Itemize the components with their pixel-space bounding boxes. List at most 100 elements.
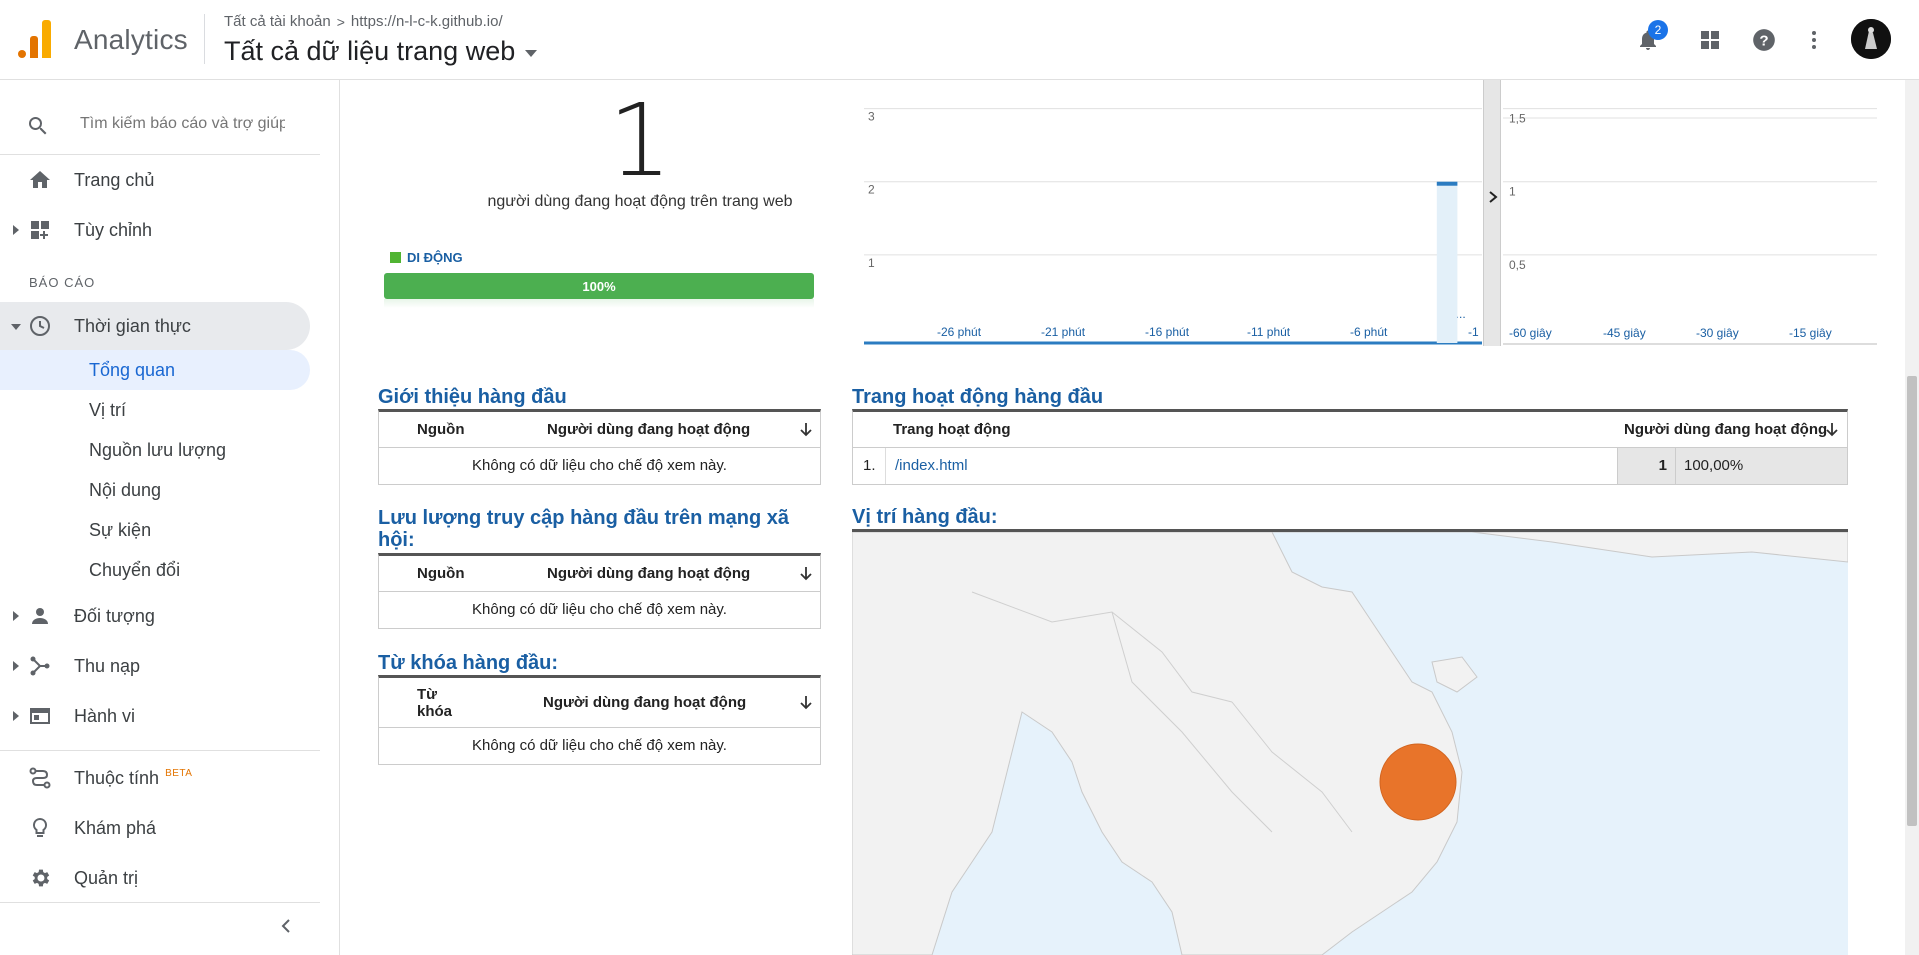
device-legend-label: DI ĐỘNG	[407, 250, 463, 265]
chevron-down-icon	[525, 50, 538, 57]
locations-map[interactable]	[852, 532, 1848, 955]
sidebar-subitem-events[interactable]: Sự kiện	[0, 510, 310, 550]
col-active-page[interactable]: Trang hoạt động	[893, 421, 1011, 438]
report-search[interactable]	[0, 94, 320, 154]
vertical-scrollbar[interactable]	[1905, 80, 1919, 955]
sort-down-icon[interactable]	[799, 422, 813, 438]
device-share-label: 100%	[582, 278, 616, 294]
x-tick-label: -30 giây	[1696, 326, 1739, 340]
table-header: Từ khóa Người dùng đang hoạt động	[379, 678, 820, 728]
col-keyword[interactable]: Từ khóa	[417, 686, 467, 720]
view-selector[interactable]: Tất cả dữ liệu trang web	[224, 36, 538, 67]
scrollbar-thumb[interactable]	[1907, 376, 1917, 826]
app-name[interactable]: Analytics	[74, 24, 188, 56]
row-index: 1.	[863, 457, 876, 474]
search-icon	[29, 117, 47, 135]
realtime-overview-content: 1 người dùng đang hoạt động trên trang w…	[340, 80, 1900, 955]
x-tick-label: -11 phút	[1247, 325, 1291, 339]
top-pages-table: Trang hoạt động Người dùng đang hoạt độn…	[852, 409, 1848, 485]
svg-text:?: ?	[1759, 32, 1768, 49]
col-active-users[interactable]: Người dùng đang hoạt động	[1624, 421, 1827, 438]
col-active-users[interactable]: Người dùng đang hoạt động	[547, 421, 750, 438]
collapse-arrow-icon	[11, 324, 21, 330]
map-canvas	[852, 532, 1848, 955]
sort-down-icon[interactable]	[1825, 422, 1839, 438]
page-link[interactable]: /index.html	[895, 448, 968, 484]
chart-splitter[interactable]	[1483, 80, 1501, 346]
expand-arrow-icon	[13, 611, 19, 621]
sidebar-item-realtime[interactable]: Thời gian thực	[0, 302, 310, 350]
person-icon	[32, 608, 48, 624]
col-source[interactable]: Nguồn	[417, 565, 464, 582]
apps-icon[interactable]	[1694, 24, 1726, 56]
view-title: Tất cả dữ liệu trang web	[224, 36, 516, 66]
sidebar-item-behavior[interactable]: Hành vi	[0, 692, 310, 740]
sidebar-item-label: Hành vi	[74, 705, 136, 726]
top-keywords-title: Từ khóa hàng đầu:	[378, 652, 559, 674]
sidebar-subitem-locations[interactable]: Vị trí	[0, 390, 310, 430]
table-header: Nguồn Người dùng đang hoạt động	[379, 556, 820, 592]
device-legend-swatch	[390, 252, 401, 263]
avatar[interactable]	[1851, 19, 1891, 59]
table-row[interactable]: 1. /index.html 1 100,00%	[853, 448, 1847, 484]
sidebar-item-attribution[interactable]: Thuộc tính BETA	[0, 754, 310, 802]
top-referrals-title: Giới thiệu hàng đầu	[378, 386, 567, 408]
breadcrumb-property[interactable]: https://n-l-c-k.github.io/	[351, 13, 503, 30]
x-tick-label: -21 phút	[1041, 325, 1086, 339]
top-social-table: Nguồn Người dùng đang hoạt động Không có…	[378, 553, 821, 629]
col-source[interactable]: Nguồn	[417, 421, 464, 438]
top-locations-title: Vị trí hàng đầu:	[852, 506, 998, 528]
sidebar-subitem-conversions[interactable]: Chuyển đổi	[0, 550, 310, 590]
sidebar-item-home[interactable]: Trang chủ	[0, 156, 310, 204]
gear-icon	[32, 869, 50, 887]
help-icon[interactable]: ?	[1748, 24, 1780, 56]
web-window-icon	[30, 708, 50, 724]
top-referrals-table: Nguồn Người dùng đang hoạt động Không có…	[378, 409, 821, 485]
col-active-users[interactable]: Người dùng đang hoạt động	[547, 565, 750, 582]
sidebar-item-label: Tùy chỉnh	[74, 219, 153, 240]
y-tick-label: 1	[868, 256, 875, 270]
sidebar-subitem-overview[interactable]: Tổng quan	[0, 350, 310, 390]
top-pages-title: Trang hoạt động hàng đầu	[852, 386, 1104, 408]
sidebar-item-label: Trang chủ	[74, 169, 155, 190]
app-header: Analytics Tất cả tài khoản > https://n-l…	[0, 0, 1919, 80]
more-vert-icon[interactable]	[1798, 24, 1830, 56]
acquisition-icon	[30, 656, 50, 676]
sidebar-subitem-label: Vị trí	[89, 399, 127, 420]
header-divider	[204, 14, 205, 64]
sidebar-item-acquisition[interactable]: Thu nạp	[0, 642, 310, 690]
sidebar-item-customize[interactable]: Tùy chỉnh	[0, 206, 310, 254]
breadcrumb-account[interactable]: Tất cả tài khoản	[224, 13, 331, 30]
empty-row: Không có dữ liệu cho chế độ xem này.	[472, 737, 727, 754]
device-share-bar: 100%	[384, 273, 814, 299]
collapse-sidebar-icon[interactable]	[276, 916, 296, 936]
chevron-right-icon	[1489, 191, 1498, 203]
y-tick-label: 1	[1509, 185, 1516, 199]
breadcrumb[interactable]: Tất cả tài khoản > https://n-l-c-k.githu…	[224, 13, 503, 30]
bar-fill	[1436, 181, 1458, 343]
sidebar-item-label: Đối tượng	[74, 605, 155, 626]
sidebar-subitem-traffic-sources[interactable]: Nguồn lưu lượng	[0, 430, 310, 470]
col-active-users[interactable]: Người dùng đang hoạt động	[543, 694, 746, 711]
sidebar-subitem-content[interactable]: Nội dung	[0, 470, 310, 510]
table-header: Nguồn Người dùng đang hoạt động	[379, 412, 820, 448]
analytics-logo[interactable]	[18, 20, 52, 58]
sort-down-icon[interactable]	[799, 566, 813, 582]
row-percent: 100,00%	[1675, 448, 1847, 484]
lightbulb-icon	[32, 817, 48, 837]
sidebar-item-admin[interactable]: Quản trị	[0, 854, 310, 902]
sidebar-item-audience[interactable]: Đối tượng	[0, 592, 310, 640]
sidebar: Trang chủ Tùy chỉnh BÁO CÁO Thời gian th…	[0, 80, 340, 955]
bell-icon[interactable]: 2	[1632, 20, 1668, 56]
expand-arrow-icon	[13, 661, 19, 671]
sort-down-icon[interactable]	[799, 695, 813, 711]
sidebar-item-label: Thời gian thực	[74, 315, 191, 336]
search-input[interactable]	[80, 110, 285, 138]
sidebar-item-label: Thu nạp	[74, 655, 141, 676]
y-tick-label: 2	[868, 183, 875, 197]
sidebar-item-discover[interactable]: Khám phá	[0, 804, 310, 852]
location-marker[interactable]	[1379, 743, 1457, 821]
pageviews-per-second-chart: 0,5 1 1,5 -60 giây -45 giây -30 giây -15 giây	[1503, 108, 1877, 345]
home-icon	[30, 171, 50, 188]
sidebar-subitem-label: Chuyển đổi	[89, 559, 181, 580]
